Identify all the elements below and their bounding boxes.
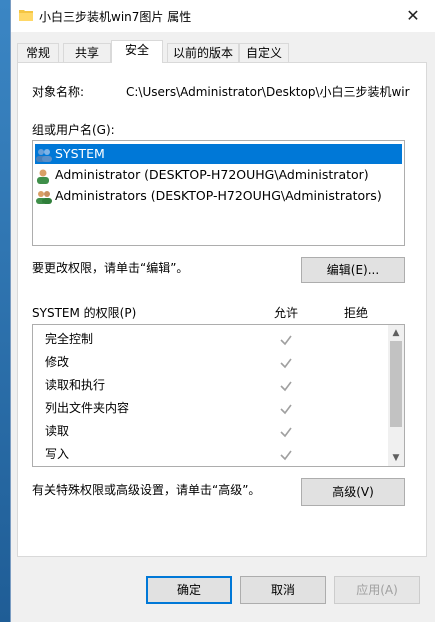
edit-button[interactable]: 编辑(E)... — [301, 257, 405, 283]
tab-previous-versions[interactable]: 以前的版本 — [167, 43, 239, 62]
properties-dialog: 小白三步装机win7图片 属性 ✕ 常规 共享 安全 以前的版本 自定义 对象名… — [10, 0, 435, 622]
advanced-hint: 有关特殊权限或高级设置，请单击“高级”。 — [32, 483, 261, 497]
folder-icon — [19, 10, 33, 21]
title-bar[interactable]: 小白三步装机win7图片 属性 ✕ — [11, 0, 435, 32]
allow-check-icon — [280, 450, 292, 461]
edit-hint: 要更改权限，请单击“编辑”。 — [32, 261, 189, 275]
tab-sharing[interactable]: 共享 — [63, 43, 111, 62]
user-item-administrators[interactable]: Administrators (DESKTOP-H72OUHG\Administ… — [35, 186, 402, 206]
allow-check-icon — [280, 427, 292, 438]
allow-header: 允许 — [274, 306, 299, 320]
object-name-label: 对象名称: — [32, 85, 85, 99]
permissions-list[interactable]: 完全控制 修改 读取和执行 列出文件夹内容 读取 写入 ▲ ▼ — [32, 324, 405, 467]
user-name: Administrators (DESKTOP-H72OUHG\Administ… — [55, 188, 382, 203]
security-panel: 对象名称: C:\Users\Administrator\Desktop\小白三… — [17, 62, 427, 557]
allow-check-icon — [280, 335, 292, 346]
window-title: 小白三步装机win7图片 属性 — [39, 10, 192, 24]
deny-header: 拒绝 — [344, 306, 369, 320]
object-name-value: C:\Users\Administrator\Desktop\小白三步装机wir — [126, 85, 410, 99]
tab-security[interactable]: 安全 — [111, 40, 163, 63]
allow-check-icon — [280, 381, 292, 392]
scroll-up-icon[interactable]: ▲ — [388, 325, 404, 341]
user-item-system[interactable]: SYSTEM — [35, 144, 402, 164]
permission-row: 读取 — [45, 424, 70, 438]
permissions-scrollbar[interactable]: ▲ ▼ — [388, 325, 404, 466]
ok-button[interactable]: 确定 — [146, 576, 232, 604]
permission-row: 写入 — [45, 447, 70, 461]
user-name: Administrator (DESKTOP-H72OUHG\Administr… — [55, 167, 369, 182]
allow-check-icon — [280, 404, 292, 415]
user-name: SYSTEM — [55, 146, 105, 161]
users-group-icon — [36, 190, 52, 204]
users-listbox[interactable]: SYSTEM Administrator (DESKTOP-H72OUHG\Ad… — [32, 140, 405, 246]
user-icon — [37, 169, 49, 184]
user-item-administrator[interactable]: Administrator (DESKTOP-H72OUHG\Administr… — [35, 165, 402, 185]
close-button[interactable]: ✕ — [401, 4, 425, 28]
permissions-header: SYSTEM 的权限(P) — [32, 306, 137, 320]
tab-customize[interactable]: 自定义 — [239, 43, 289, 62]
allow-check-icon — [280, 358, 292, 369]
permission-row: 完全控制 — [45, 332, 94, 346]
users-group-icon — [36, 148, 52, 162]
apply-button[interactable]: 应用(A) — [334, 576, 420, 604]
permission-row: 列出文件夹内容 — [45, 401, 130, 415]
group-label: 组或用户名(G): — [32, 123, 115, 137]
tab-general[interactable]: 常规 — [17, 43, 59, 62]
permission-row: 修改 — [45, 355, 70, 369]
dialog-footer: 确定 取消 应用(A) — [11, 560, 435, 622]
permission-row: 读取和执行 — [45, 378, 106, 392]
cancel-button[interactable]: 取消 — [240, 576, 326, 604]
scroll-down-icon[interactable]: ▼ — [388, 450, 404, 466]
advanced-button[interactable]: 高级(V) — [301, 478, 405, 506]
scroll-thumb[interactable] — [390, 341, 402, 427]
